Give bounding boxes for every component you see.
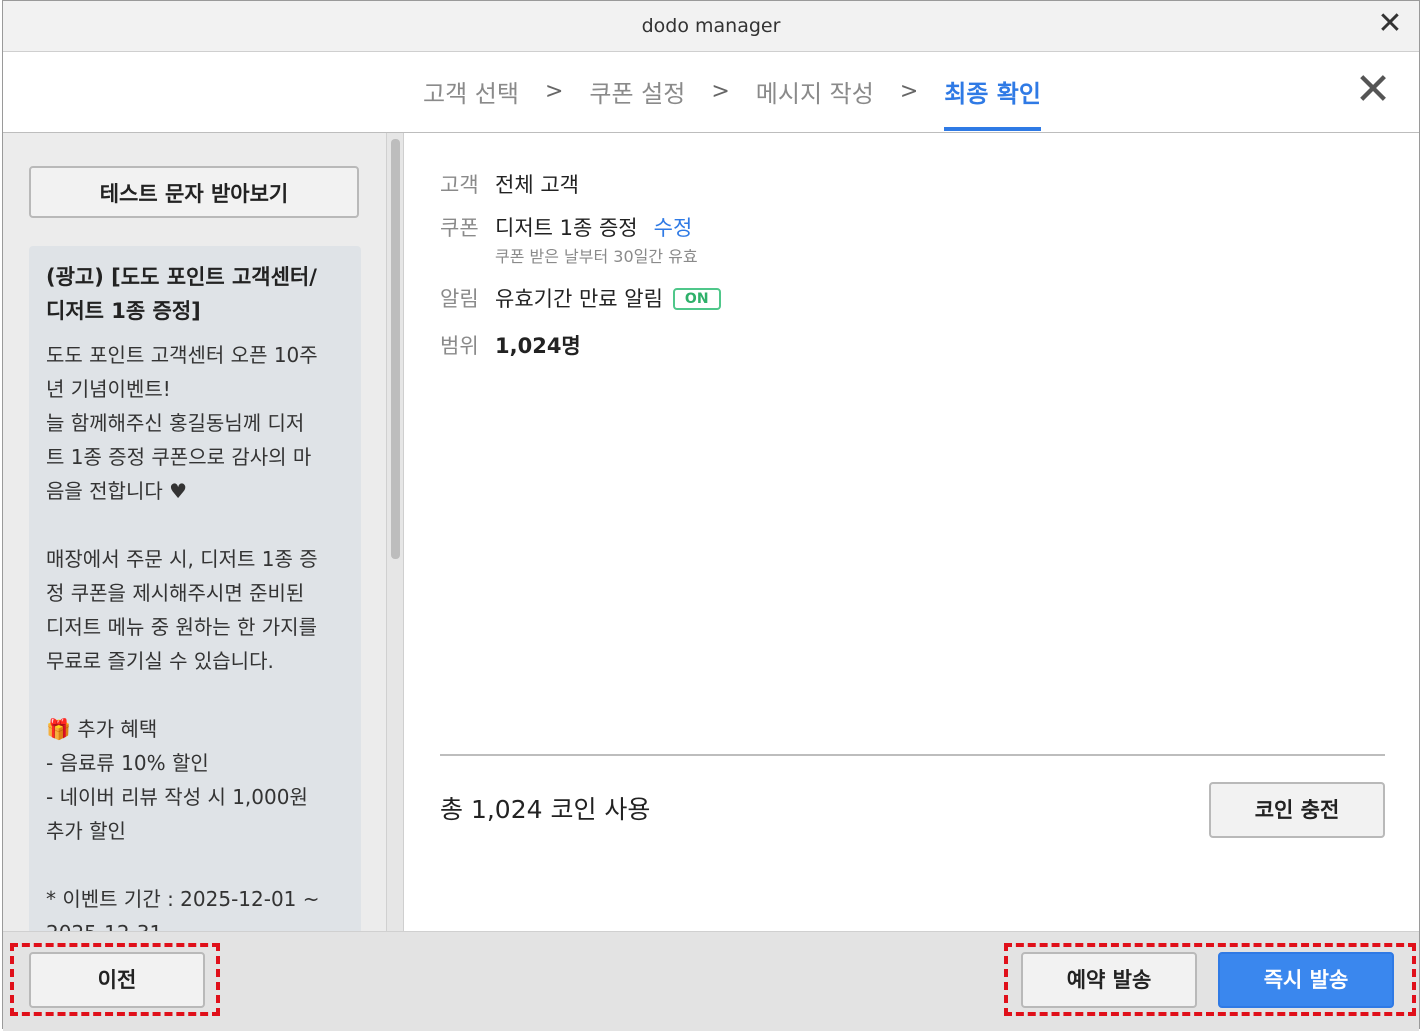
range-row: 범위 1,024명 [440, 330, 581, 360]
alert-on-badge[interactable]: ON [672, 288, 721, 310]
chevron-right-icon: > [711, 79, 730, 104]
preview-scrollbar[interactable] [386, 133, 403, 931]
dialog-window: dodo manager ✕ 고객 선택 > 쿠폰 설정 > 메시지 작성 > … [2, 0, 1420, 1031]
total-coin-usage: 총 1,024 코인 사용 [440, 795, 651, 824]
window-title: dodo manager [641, 15, 781, 37]
customer-row: 고객 전체 고객 [440, 169, 579, 199]
message-preview-pane: 테스트 문자 받아보기 (광고) [도도 포인트 고객센터/ 디저트 1종 증정… [3, 133, 403, 931]
preview-headline: (광고) [도도 포인트 고객센터/ 디저트 1종 증정] [46, 265, 317, 323]
coupon-label: 쿠폰 [440, 216, 479, 240]
preview-body: 도도 포인트 고객센터 오픈 10주 년 기념이벤트! 늘 함께해주신 홍길동님… [46, 343, 320, 931]
chevron-right-icon: > [544, 79, 564, 104]
step-coupon-settings[interactable]: 쿠폰 설정 [589, 74, 685, 109]
coupon-validity-note: 쿠폰 받은 날부터 30일간 유효 [495, 247, 698, 266]
highlight-box-send [1004, 943, 1416, 1016]
window-close-icon[interactable]: ✕ [1375, 9, 1405, 39]
dialog-close-icon[interactable]: ✕ [1353, 68, 1393, 112]
step-customer-select[interactable]: 고객 선택 [423, 74, 519, 109]
step-final-confirm[interactable]: 최종 확인 [944, 74, 1041, 131]
chevron-right-icon: > [899, 79, 919, 104]
summary-pane: 고객 전체 고객 쿠폰 디저트 1종 증정 수정 쿠폰 받은 날부터 30일간 … [403, 133, 1419, 931]
alert-value: 유효기간 만료 알림 [495, 287, 663, 311]
customer-value: 전체 고객 [495, 173, 579, 197]
summary-divider [440, 754, 1385, 756]
message-preview: (광고) [도도 포인트 고객센터/ 디저트 1종 증정] 도도 포인트 고객센… [29, 246, 361, 931]
highlight-box-prev [10, 943, 220, 1016]
coupon-row: 쿠폰 디저트 1종 증정 수정 [440, 212, 692, 242]
test-message-button[interactable]: 테스트 문자 받아보기 [29, 166, 359, 218]
alert-row: 알림 유효기간 만료 알림 ON [440, 283, 721, 313]
coin-charge-button[interactable]: 코인 충전 [1209, 782, 1385, 838]
range-value: 1,024명 [495, 334, 581, 358]
title-bar: dodo manager ✕ [3, 1, 1419, 52]
customer-label: 고객 [440, 173, 479, 197]
alert-label: 알림 [440, 287, 479, 311]
step-navigation: 고객 선택 > 쿠폰 설정 > 메시지 작성 > 최종 확인 ✕ [3, 52, 1419, 133]
range-label: 범위 [440, 334, 479, 358]
coupon-value: 디저트 1종 증정 [495, 216, 638, 240]
step-message-compose[interactable]: 메시지 작성 [756, 74, 874, 109]
coupon-edit-link[interactable]: 수정 [654, 212, 693, 242]
scrollbar-thumb[interactable] [391, 139, 400, 559]
